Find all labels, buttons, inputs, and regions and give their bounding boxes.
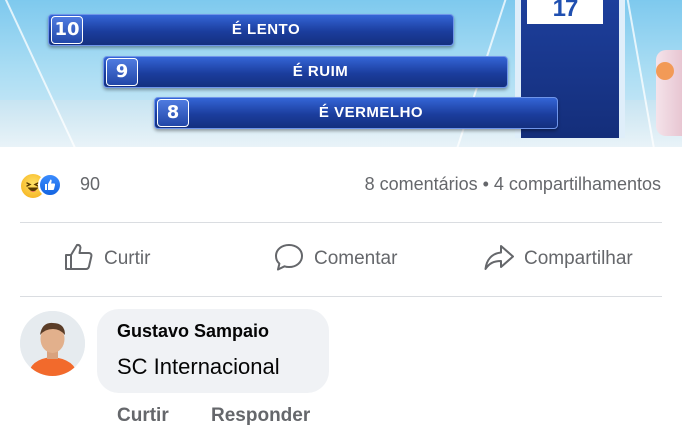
divider	[20, 296, 662, 297]
commenter-avatar[interactable]	[20, 311, 85, 376]
comment-reply-button[interactable]: Responder	[211, 405, 310, 427]
post-image[interactable]: 17 10 É LENTO 9 É RUIM 8 É VERMELHO	[0, 0, 682, 147]
comment-text: SC Internacional	[117, 354, 280, 379]
like-label: Curtir	[104, 248, 151, 269]
ranking-label: É LENTO	[231, 21, 301, 38]
ranking-bar: 8 É VERMELHO	[154, 97, 558, 129]
reaction-count[interactable]: 90	[80, 174, 100, 195]
reaction-icons[interactable]	[20, 172, 80, 199]
ranking-number: 8	[157, 99, 189, 127]
studio-decoration	[656, 62, 674, 80]
thumbs-up-icon	[62, 240, 96, 279]
comment-bubble: Gustavo Sampaio SC Internacional	[97, 309, 329, 393]
speech-bubble-icon	[272, 240, 306, 279]
share-button[interactable]: Compartilhar	[482, 236, 633, 282]
screen-number: 17	[527, 0, 603, 24]
comment-like-button[interactable]: Curtir	[117, 405, 169, 427]
divider	[20, 222, 662, 223]
ranking-number: 9	[106, 58, 138, 86]
post-action-bar: Curtir Comentar Compartilhar	[0, 236, 682, 282]
comment-button[interactable]: Comentar	[272, 236, 397, 282]
reaction-summary: 90 8 comentários • 4 compartilhamentos	[20, 172, 665, 199]
like-reaction-icon	[38, 173, 62, 197]
comment-share-stats[interactable]: 8 comentários • 4 compartilhamentos	[365, 174, 661, 195]
ranking-label: É VERMELHO	[318, 104, 424, 121]
ranking-label: É RUIM	[292, 63, 349, 80]
comment-author[interactable]: Gustavo Sampaio	[117, 321, 269, 342]
share-label: Compartilhar	[524, 248, 633, 269]
ranking-bar: 9 É RUIM	[103, 56, 508, 88]
like-button[interactable]: Curtir	[62, 236, 150, 282]
ranking-bar: 10 É LENTO	[48, 14, 454, 46]
ranking-number: 10	[51, 16, 83, 44]
comment-label: Comentar	[314, 248, 398, 269]
share-arrow-icon	[482, 240, 516, 279]
